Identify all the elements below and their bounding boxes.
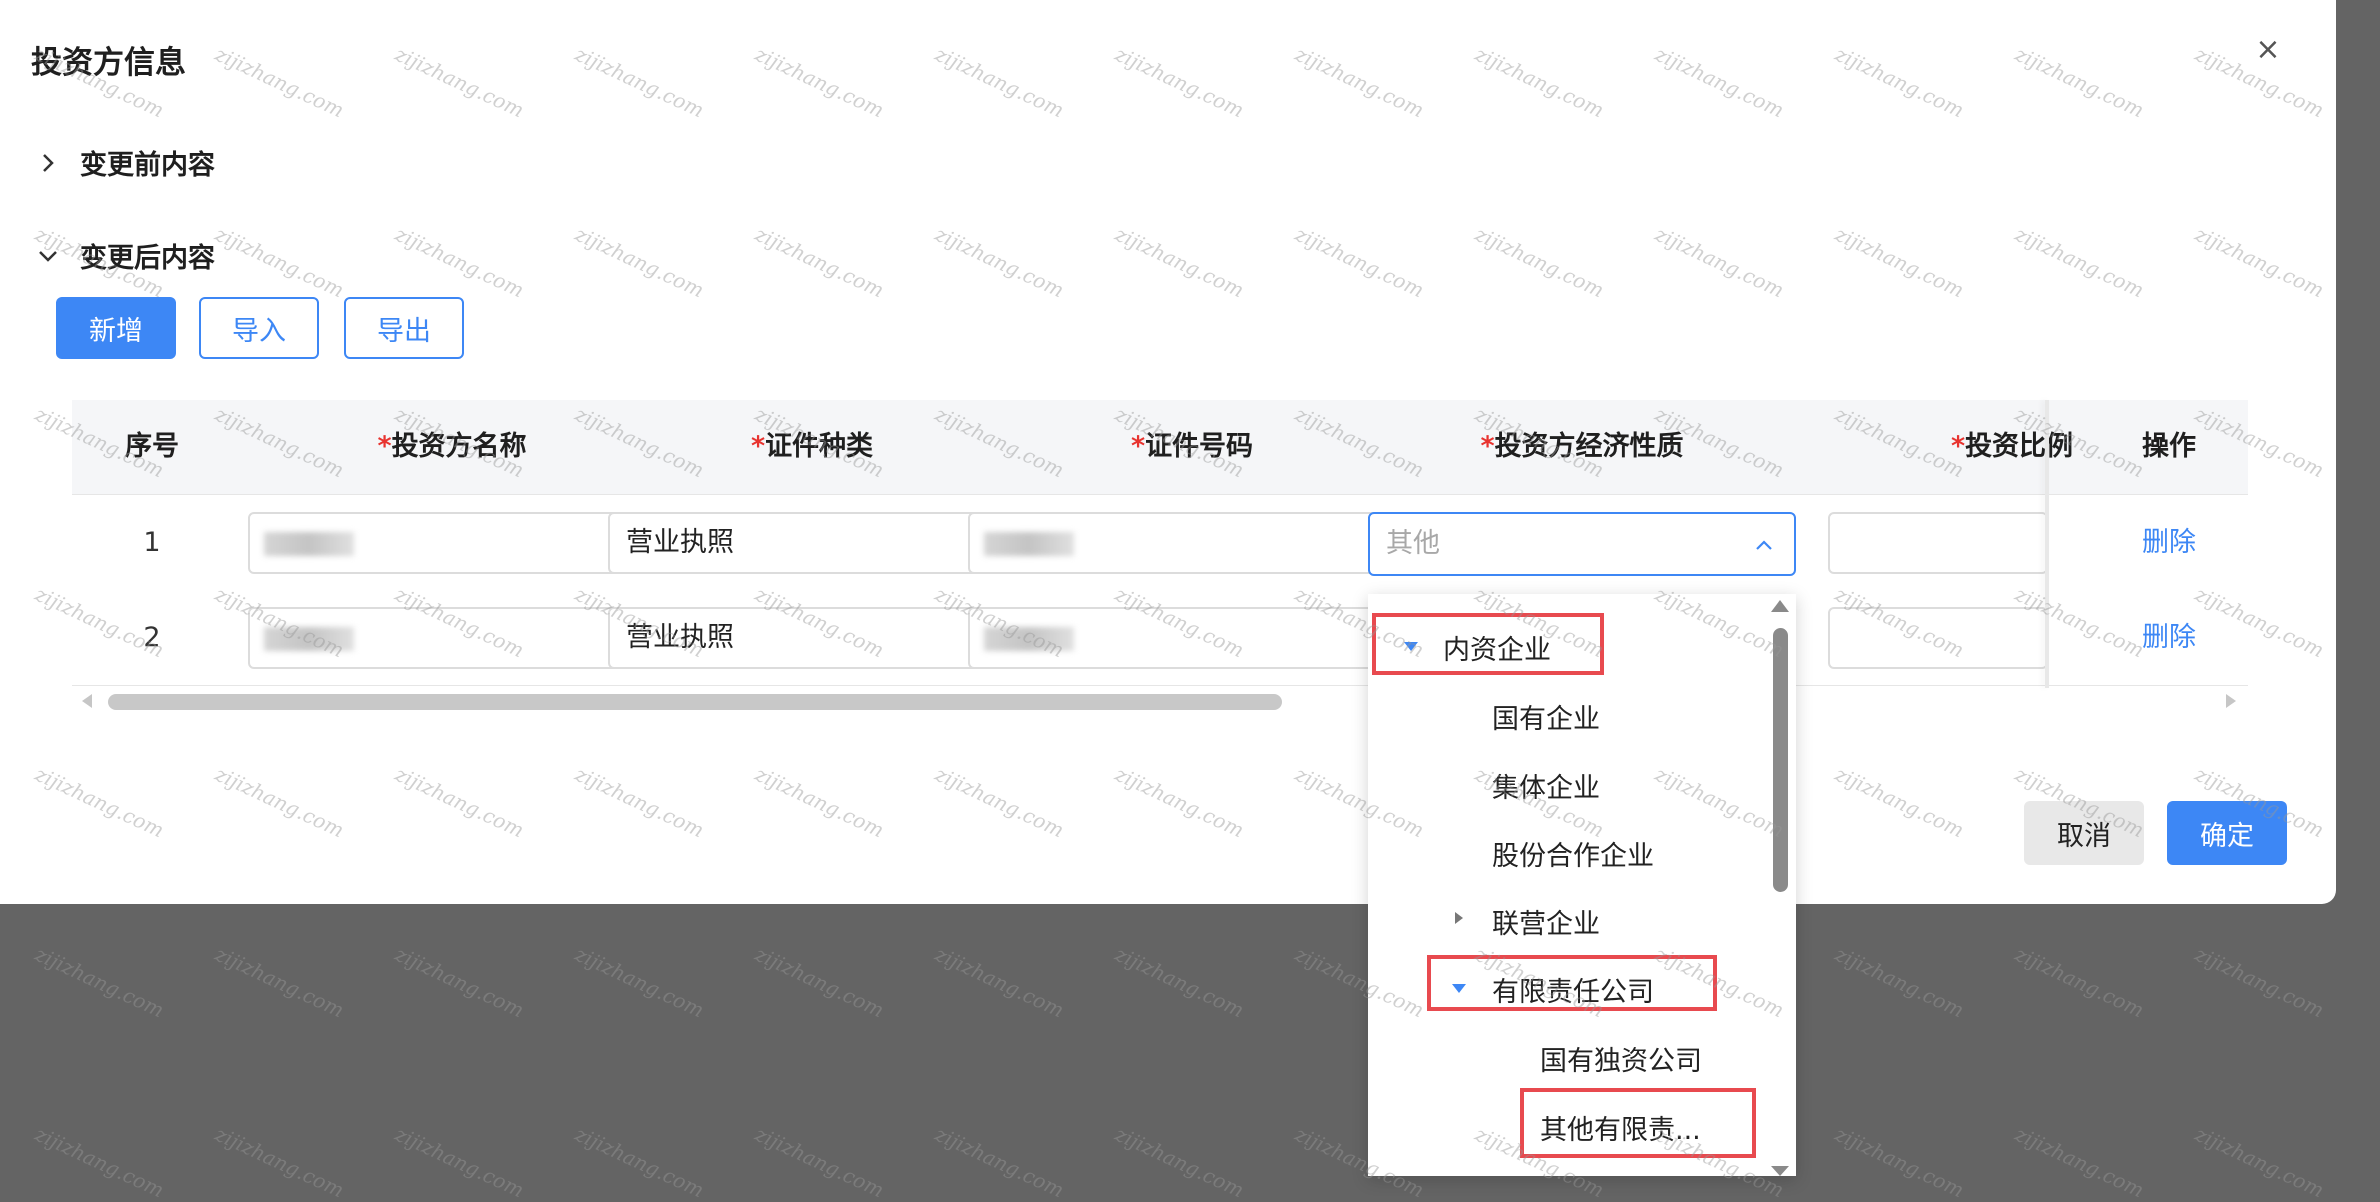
header-name-text: 投资方名称: [391, 431, 527, 462]
watermark-text: zijizhang.com: [931, 1121, 1068, 1202]
watermark-text: zijizhang.com: [931, 941, 1068, 1023]
watermark-text: zijizhang.com: [1111, 1121, 1248, 1202]
econ-nature-select[interactable]: 其他: [1368, 512, 1796, 576]
watermark-text: zijizhang.com: [211, 1121, 348, 1202]
tree-node-joint-venture[interactable]: 联营企业: [1492, 902, 1600, 941]
scroll-right-arrow-icon[interactable]: [2226, 694, 2236, 708]
cert-type-value: 营业执照: [626, 527, 734, 558]
table-row: 1 营业执照 删除: [72, 495, 2248, 591]
cert-type-select[interactable]: 营业执照: [608, 607, 1008, 669]
scroll-up-arrow-icon[interactable]: [1771, 600, 1789, 612]
required-mark: *: [1480, 431, 1495, 462]
investor-table: 序号 *投资方名称 *证件种类 *证件号码 *投资方经济性质 *投资比例 操作 …: [72, 400, 2248, 688]
redacted-value: [984, 532, 1074, 556]
header-ratio: *投资比例: [1912, 400, 2112, 494]
redacted-value: [264, 532, 354, 556]
header-actions: 操作: [2142, 431, 2196, 462]
watermark-text: zijizhang.com: [1831, 941, 1968, 1023]
scroll-down-arrow-icon[interactable]: [1771, 1166, 1789, 1176]
import-button[interactable]: 导入: [199, 297, 319, 359]
watermark-text: zijizhang.com: [571, 1121, 708, 1202]
tree-node-state-owned[interactable]: 国有企业: [1492, 697, 1600, 736]
required-mark: *: [377, 431, 392, 462]
chevron-down-icon: [39, 250, 57, 262]
vertical-scrollbar-thumb[interactable]: [1773, 628, 1788, 892]
header-cert-type-text: 证件种类: [765, 431, 874, 462]
chevron-right-icon: [43, 153, 54, 172]
ratio-input[interactable]: [1828, 512, 2048, 574]
watermark-text: zijizhang.com: [391, 941, 528, 1023]
cert-type-value: 营业执照: [626, 622, 734, 653]
header-econ-nature-text: 投资方经济性质: [1494, 431, 1684, 462]
add-button[interactable]: 新增: [56, 297, 176, 359]
export-button[interactable]: 导出: [344, 297, 464, 359]
watermark-text: zijizhang.com: [31, 941, 168, 1023]
scroll-left-arrow-icon[interactable]: [82, 694, 92, 708]
required-mark: *: [1950, 431, 1966, 462]
watermark-text: zijizhang.com: [571, 941, 708, 1023]
delete-link[interactable]: 删除: [2120, 495, 2218, 590]
delete-link[interactable]: 删除: [2120, 590, 2218, 685]
investor-name-input[interactable]: [248, 607, 646, 669]
chevron-up-icon: [1756, 540, 1772, 550]
header-index: 序号: [125, 431, 179, 462]
header-cert-no-text: 证件号码: [1145, 431, 1254, 462]
redacted-value: [264, 627, 354, 651]
header-econ-nature: *投资方经济性质: [1368, 400, 1796, 494]
watermark-text: zijizhang.com: [31, 1121, 168, 1202]
dialog-title: 投资方信息: [31, 45, 186, 81]
cert-no-input[interactable]: [968, 512, 1408, 574]
required-mark: *: [1130, 431, 1146, 462]
horizontal-scrollbar-thumb[interactable]: [108, 694, 1282, 710]
watermark-text: zijizhang.com: [2011, 1121, 2148, 1202]
watermark-text: zijizhang.com: [211, 941, 348, 1023]
section-before-change-label: 变更前内容: [80, 150, 215, 181]
required-mark: *: [750, 431, 766, 462]
watermark-text: zijizhang.com: [751, 941, 888, 1023]
watermark-text: zijizhang.com: [2191, 941, 2328, 1023]
watermark-text: zijizhang.com: [1111, 941, 1248, 1023]
close-icon[interactable]: ×: [2254, 35, 2282, 65]
redacted-value: [984, 627, 1074, 651]
ratio-input[interactable]: [1828, 607, 2048, 669]
watermark-text: zijizhang.com: [751, 1121, 888, 1202]
section-before-change[interactable]: 变更前内容: [36, 143, 215, 182]
table-header: 序号 *投资方名称 *证件种类 *证件号码 *投资方经济性质 *投资比例 操作: [72, 400, 2248, 495]
tree-node-collective[interactable]: 集体企业: [1492, 766, 1600, 805]
collapse-triangle-icon[interactable]: [1455, 912, 1463, 924]
tree-node-state-sole-proprietorship[interactable]: 国有独资公司: [1540, 1039, 1702, 1078]
fixed-column-divider: [2045, 400, 2049, 688]
cancel-button[interactable]: 取消: [2024, 801, 2144, 865]
header-name: *投资方名称: [252, 400, 652, 494]
section-after-change-label: 变更后内容: [80, 243, 215, 274]
investor-name-input[interactable]: [248, 512, 646, 574]
highlight-box: [1372, 613, 1604, 675]
header-ratio-text: 投资比例: [1965, 431, 2074, 462]
header-cert-type: *证件种类: [612, 400, 1012, 494]
cert-type-select[interactable]: 营业执照: [608, 512, 1008, 574]
confirm-button[interactable]: 确定: [2167, 801, 2287, 865]
highlight-box: [1427, 955, 1717, 1011]
watermark-text: zijizhang.com: [1831, 1121, 1968, 1202]
table-row: 2 营业执照 删除: [72, 590, 2248, 686]
cert-no-input[interactable]: [968, 607, 1408, 669]
highlight-box: [1520, 1088, 1756, 1158]
tree-node-joint-stock-coop[interactable]: 股份合作企业: [1492, 834, 1654, 873]
econ-nature-placeholder: 其他: [1386, 528, 1440, 559]
row-index: 2: [143, 622, 161, 653]
watermark-text: zijizhang.com: [2191, 1121, 2328, 1202]
section-after-change[interactable]: 变更后内容: [36, 236, 215, 275]
row-index: 1: [143, 527, 161, 558]
header-cert-no: *证件号码: [972, 400, 1412, 494]
watermark-text: zijizhang.com: [2011, 941, 2148, 1023]
investor-info-dialog: 投资方信息 × 变更前内容 变更后内容 新增 导入 导出 序号 *投资方名称 *…: [0, 0, 2336, 904]
watermark-text: zijizhang.com: [391, 1121, 528, 1202]
